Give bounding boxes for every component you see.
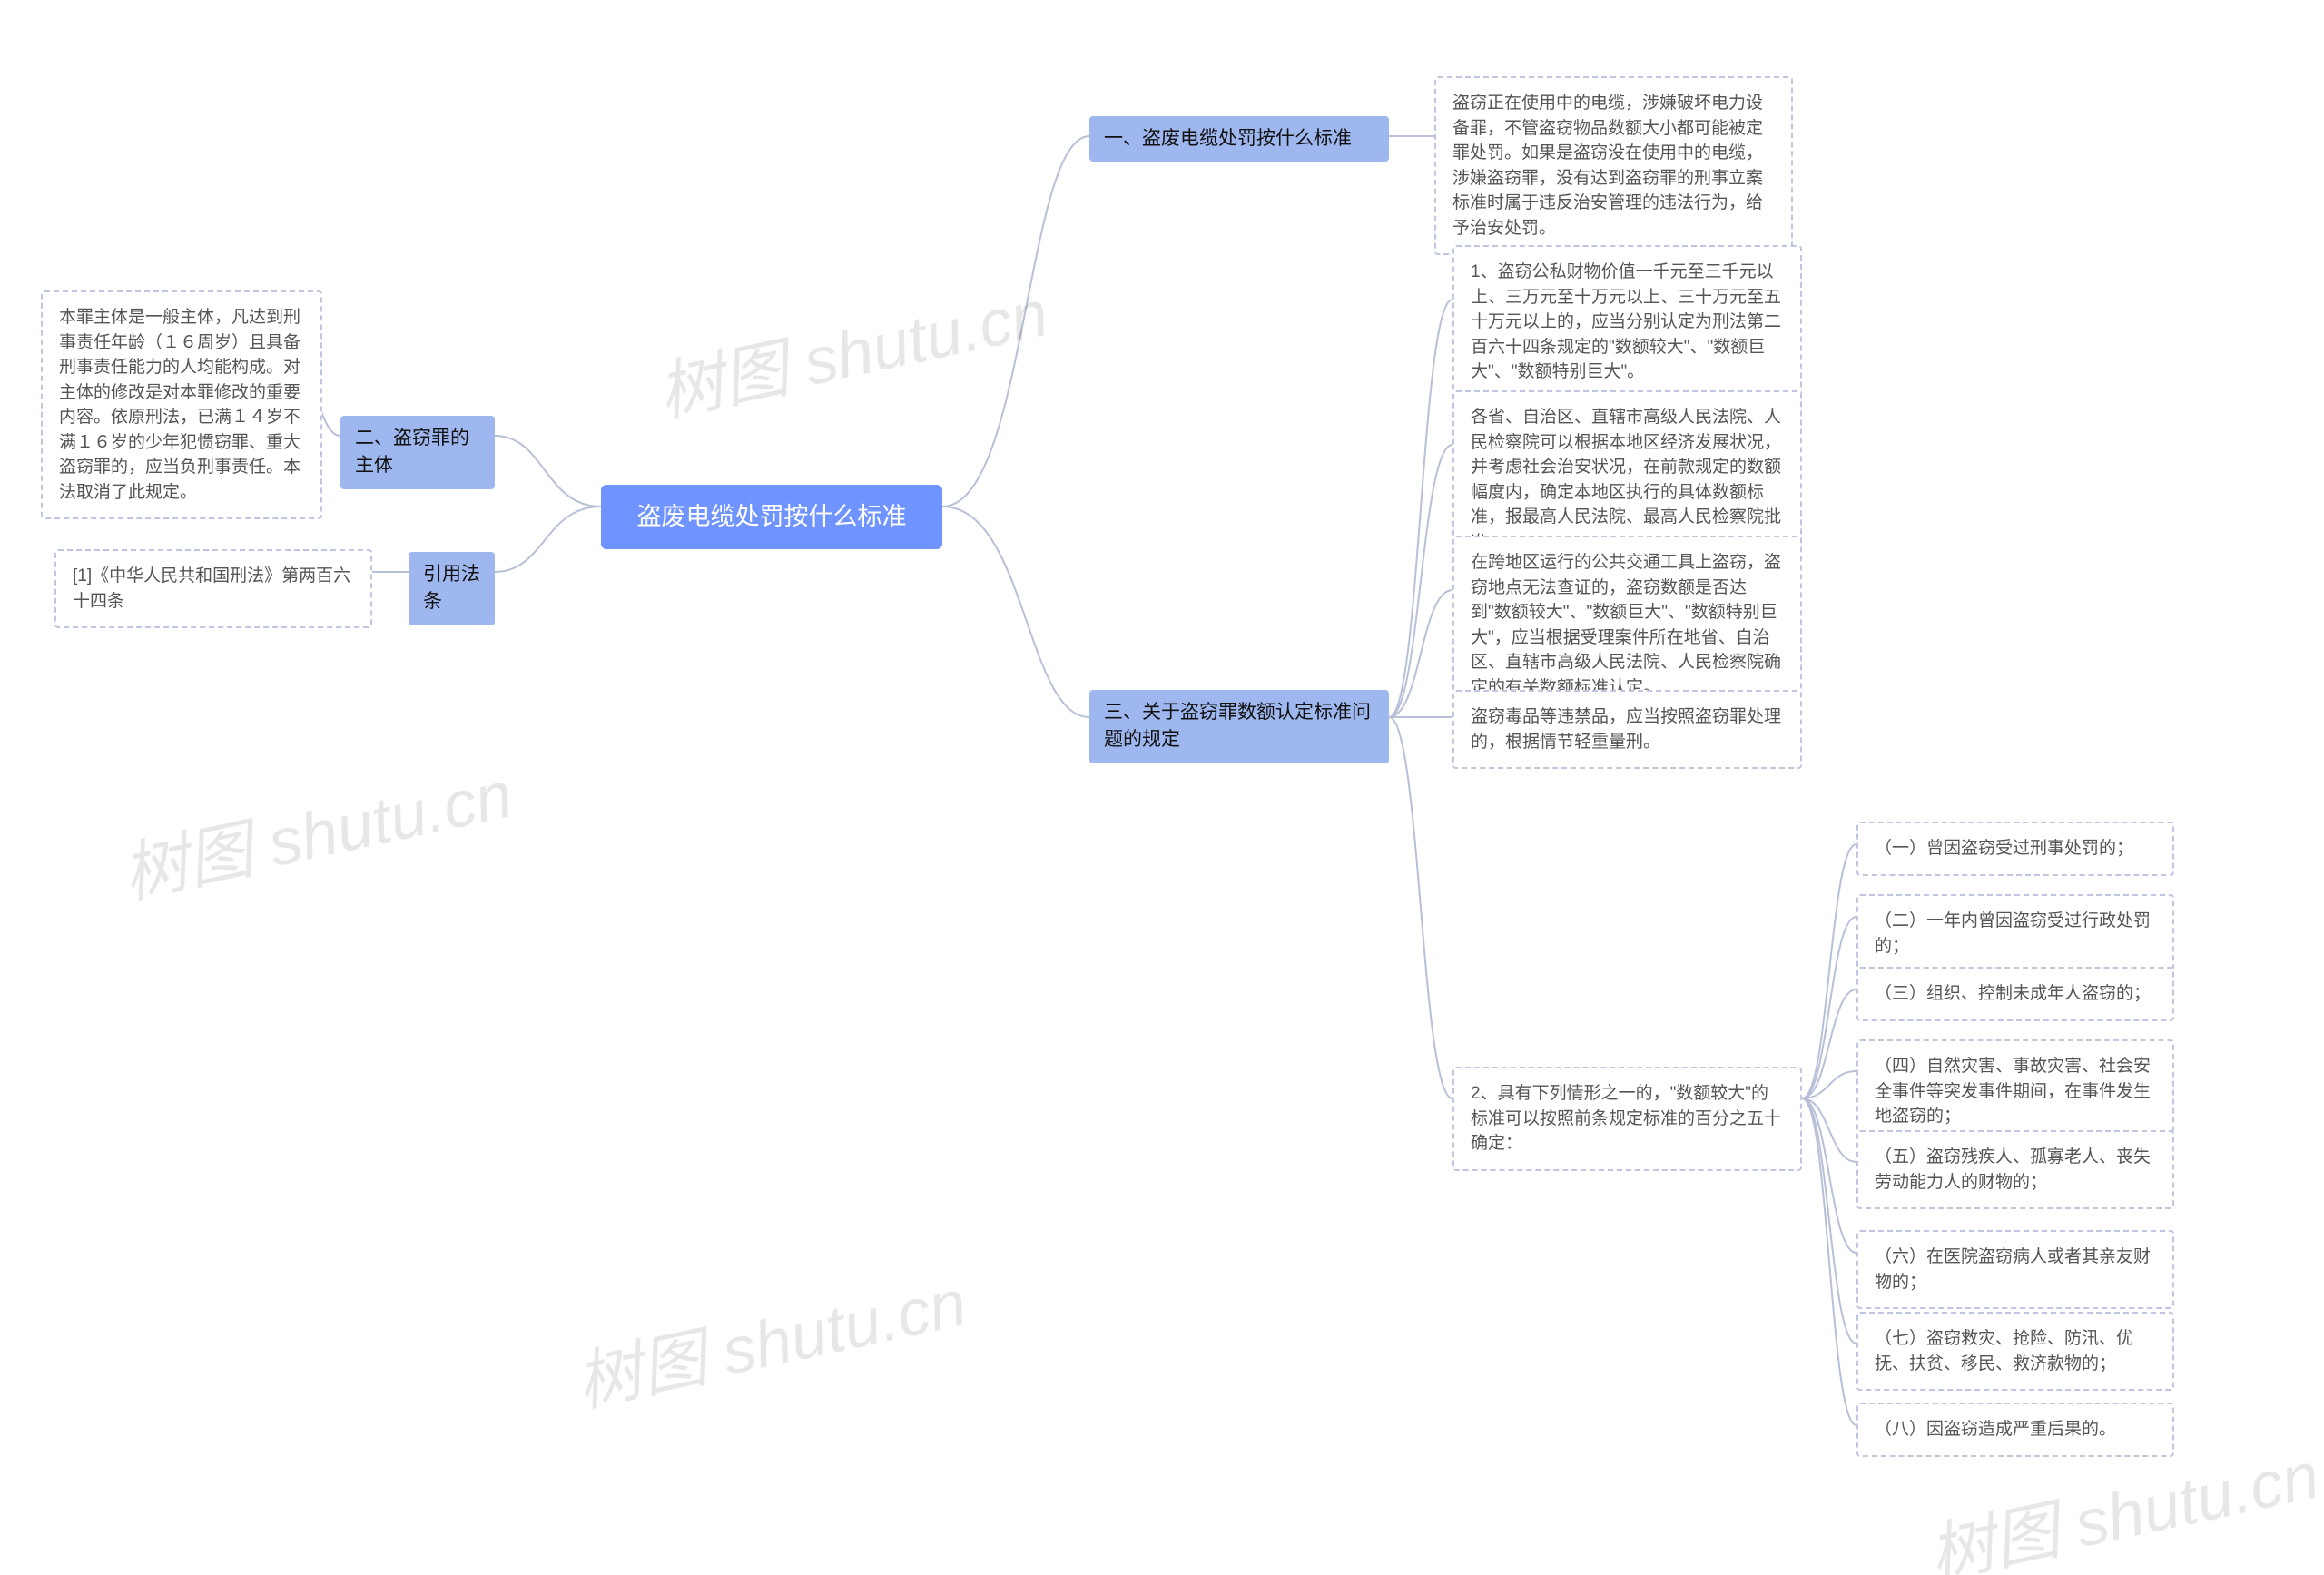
- branch-3-c3[interactable]: 在跨地区运行的公共交通工具上盗窃，盗窃地点无法查证的，盗窃数额是否达到"数额较大…: [1452, 536, 1802, 714]
- branch-2-leaf-text: 本罪主体是一般主体，凡达到刑事责任年龄（１６周岁）且具备刑事责任能力的人均能构成…: [59, 308, 300, 502]
- c5-item-2[interactable]: （二）一年内曾因盗窃受过行政处罚的；: [1856, 894, 2174, 973]
- c5-item-1[interactable]: （一）曾因盗窃受过刑事处罚的；: [1856, 822, 2174, 876]
- branch-4[interactable]: 引用法条: [409, 552, 495, 625]
- c5-item-6-text: （六）在医院盗窃病人或者其亲友财物的；: [1875, 1247, 2151, 1292]
- c5-item-7-text: （七）盗窃救灾、抢险、防汛、优抚、扶贫、移民、救济款物的；: [1875, 1329, 2133, 1373]
- branch-3-c1-text: 1、盗窃公私财物价值一千元至三千元以上、三万元至十万元以上、三十万元至五十万元以…: [1471, 262, 1781, 381]
- branch-3-c5[interactable]: 2、具有下列情形之一的，"数额较大"的标准可以按照前条规定标准的百分之五十确定：: [1452, 1067, 1802, 1171]
- branch-3-c4[interactable]: 盗窃毒品等违禁品，应当按照盗窃罪处理的，根据情节轻重量刑。: [1452, 690, 1802, 769]
- c5-item-7[interactable]: （七）盗窃救灾、抢险、防汛、优抚、扶贫、移民、救济款物的；: [1856, 1312, 2174, 1391]
- c5-item-8-text: （八）因盗窃造成严重后果的。: [1875, 1420, 2116, 1439]
- c5-item-3[interactable]: （三）组织、控制未成年人盗窃的；: [1856, 967, 2174, 1021]
- branch-1[interactable]: 一、盗废电缆处罚按什么标准: [1089, 116, 1389, 162]
- branch-1-label: 一、盗废电缆处罚按什么标准: [1104, 128, 1352, 149]
- mindmap-canvas: { "root": { "title": "盗废电缆处罚按什么标准" }, "r…: [0, 0, 2324, 1575]
- branch-4-leaf-text: [1]《中华人民共和国刑法》第两百六十四条: [73, 566, 350, 611]
- c5-item-4-text: （四）自然灾害、事故灾害、社会安全事件等突发事件期间，在事件发生地盗窃的；: [1875, 1057, 2151, 1126]
- c5-item-5-text: （五）盗窃残疾人、孤寡老人、丧失劳动能力人的财物的；: [1875, 1147, 2151, 1192]
- c5-item-3-text: （三）组织、控制未成年人盗窃的；: [1875, 984, 2151, 1003]
- branch-2[interactable]: 二、盗窃罪的主体: [340, 416, 495, 489]
- c5-item-6[interactable]: （六）在医院盗窃病人或者其亲友财物的；: [1856, 1230, 2174, 1309]
- branch-3-label: 三、关于盗窃罪数额认定标准问题的规定: [1104, 702, 1371, 750]
- branch-1-leaf[interactable]: 盗窃正在使用中的电缆，涉嫌破坏电力设备罪，不管盗窃物品数额大小都可能被定罪处罚。…: [1434, 76, 1793, 255]
- branch-3[interactable]: 三、关于盗窃罪数额认定标准问题的规定: [1089, 690, 1389, 763]
- branch-4-leaf[interactable]: [1]《中华人民共和国刑法》第两百六十四条: [54, 549, 372, 628]
- c5-item-2-text: （二）一年内曾因盗窃受过行政处罚的；: [1875, 911, 2151, 956]
- c5-item-1-text: （一）曾因盗窃受过刑事处罚的；: [1875, 839, 2133, 858]
- branch-3-c2-text: 各省、自治区、直辖市高级人民法院、人民检察院可以根据本地区经济发展状况，并考虑社…: [1471, 408, 1781, 552]
- c5-item-8[interactable]: （八）因盗窃造成严重后果的。: [1856, 1403, 2174, 1457]
- c5-item-4[interactable]: （四）自然灾害、事故灾害、社会安全事件等突发事件期间，在事件发生地盗窃的；: [1856, 1039, 2174, 1144]
- watermark: 树图 shutu.cn: [566, 1249, 973, 1424]
- c5-item-5[interactable]: （五）盗窃残疾人、孤寡老人、丧失劳动能力人的财物的；: [1856, 1130, 2174, 1209]
- branch-3-c1[interactable]: 1、盗窃公私财物价值一千元至三千元以上、三万元至十万元以上、三十万元至五十万元以…: [1452, 245, 1802, 399]
- watermark: 树图 shutu.cn: [113, 741, 519, 916]
- branch-4-label: 引用法条: [423, 564, 480, 612]
- branch-2-label: 二、盗窃罪的主体: [355, 428, 469, 476]
- branch-3-c3-text: 在跨地区运行的公共交通工具上盗窃，盗窃地点无法查证的，盗窃数额是否达到"数额较大…: [1471, 553, 1781, 697]
- branch-2-leaf[interactable]: 本罪主体是一般主体，凡达到刑事责任年龄（１６周岁）且具备刑事责任能力的人均能构成…: [41, 290, 322, 519]
- watermark: 树图 shutu.cn: [648, 260, 1055, 435]
- branch-1-leaf-text: 盗窃正在使用中的电缆，涉嫌破坏电力设备罪，不管盗窃物品数额大小都可能被定罪处罚。…: [1452, 94, 1763, 238]
- root-title: 盗废电缆处罚按什么标准: [637, 503, 907, 530]
- root-node[interactable]: 盗废电缆处罚按什么标准: [601, 485, 942, 549]
- branch-3-c5-text: 2、具有下列情形之一的，"数额较大"的标准可以按照前条规定标准的百分之五十确定：: [1471, 1084, 1781, 1153]
- branch-3-c4-text: 盗窃毒品等违禁品，应当按照盗窃罪处理的，根据情节轻重量刑。: [1471, 707, 1781, 752]
